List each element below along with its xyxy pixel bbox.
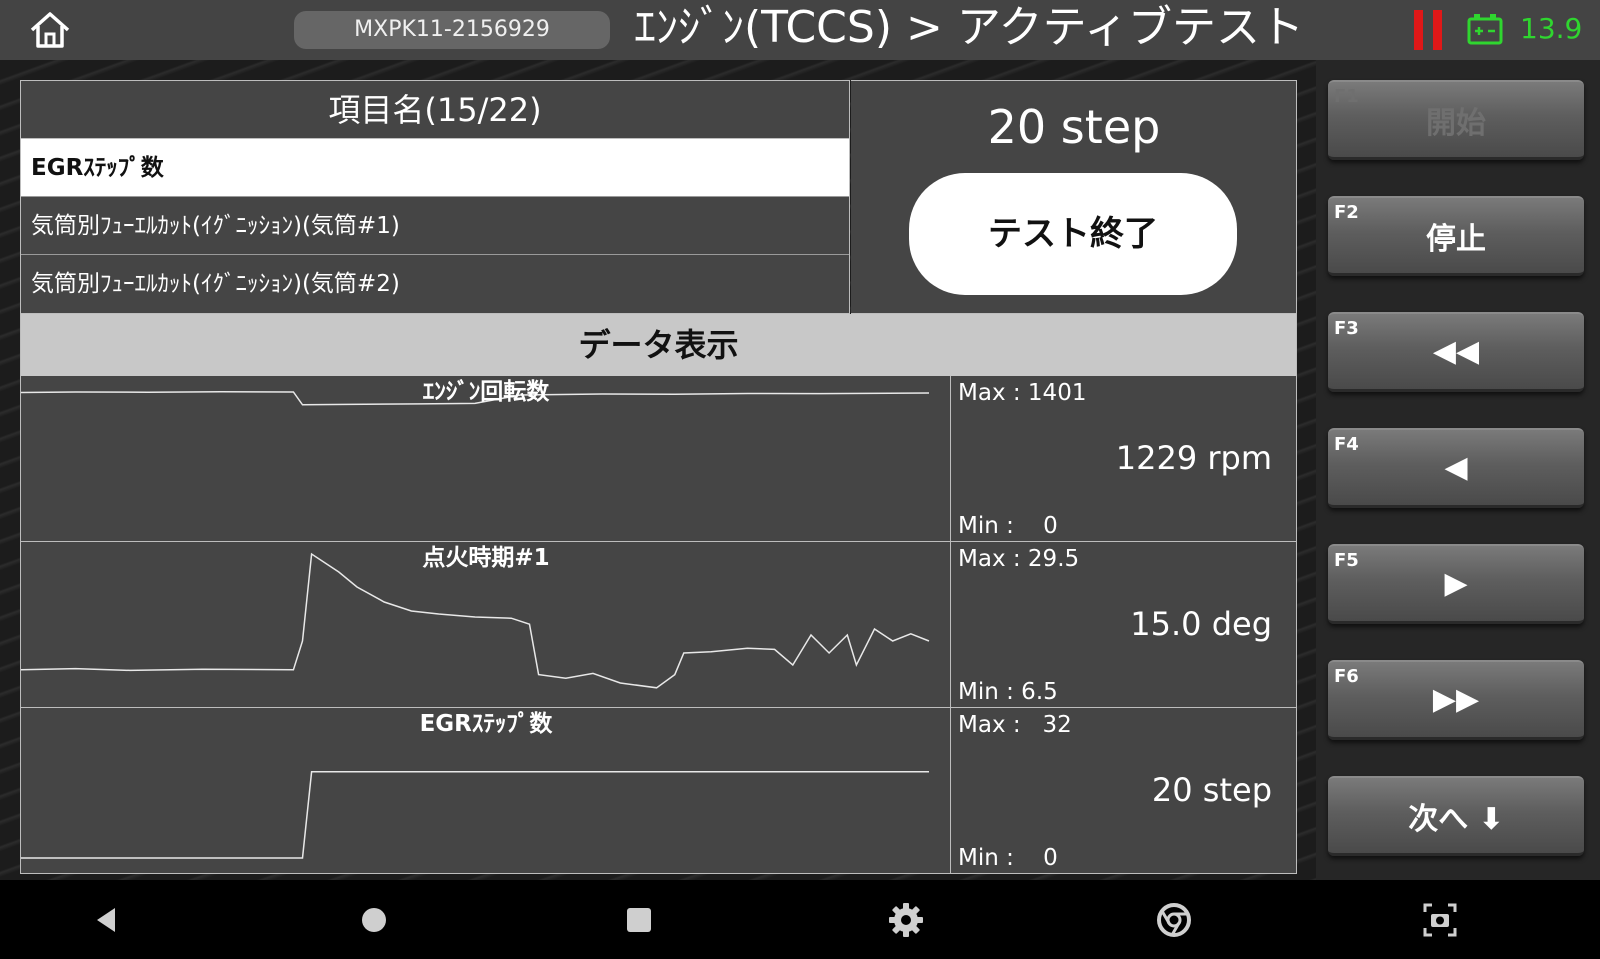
battery-icon [1467, 14, 1503, 45]
graph-title: ｴﾝｼﾞﾝ回転数 [422, 379, 550, 405]
top-bar: MXPK11-2156929 ｴﾝｼﾞﾝ(TCCS) > アクティブテスト 13… [0, 0, 1600, 60]
graph-info: Max : 32 20 step Min : 0 [952, 708, 1298, 873]
page-title: ｴﾝｼﾞﾝ(TCCS) > アクティブテスト [634, 2, 1305, 53]
f4-step-back-button[interactable]: F4 ◀ [1328, 428, 1584, 508]
f2-stop-button[interactable]: F2 停止 [1328, 196, 1584, 276]
home-icon [30, 12, 70, 48]
rewind-icon: ◀◀ [1432, 334, 1480, 369]
nav-recents-button[interactable] [613, 894, 665, 946]
graph-current-value: 15.0 deg [1130, 605, 1272, 643]
test-current-value: 20 step [987, 100, 1161, 154]
item-list-panel: 項目名(15/22) EGRｽﾃｯﾌﾟ数 気筒別ﾌｭｰｴﾙｶｯﾄ(ｲｸﾞﾆｯｼｮ… [20, 80, 850, 314]
graph-row-ignition-timing: 点火時期#1 Max : 29.5 15.0 deg Min : 6.5 [20, 542, 1297, 708]
settings-gear-icon [889, 903, 923, 937]
graph-max: Max : 32 [958, 712, 1072, 738]
home-circle-icon [362, 908, 386, 932]
graph-row-egr-step: EGRｽﾃｯﾌﾟ数 Max : 32 20 step Min : 0 [20, 708, 1297, 874]
fkey-label: 停止 [1426, 221, 1486, 257]
pause-indicator-icon [1414, 10, 1444, 50]
f1-start-button[interactable]: F1 開始 [1328, 80, 1584, 160]
list-item[interactable]: 気筒別ﾌｭｰｴﾙｶｯﾄ(ｲｸﾞﾆｯｼｮﾝ)(気筒#1) [21, 197, 849, 255]
fkey-label: 開始 [1426, 105, 1486, 141]
graph-plot: 点火時期#1 [21, 542, 951, 707]
f6-fast-forward-button[interactable]: F6 ▶▶ [1328, 660, 1584, 740]
graph-title: EGRｽﾃｯﾌﾟ数 [419, 711, 553, 737]
graph-info: Max : 1401 1229 rpm Min : 0 [952, 376, 1298, 541]
list-item[interactable]: 気筒別ﾌｭｰｴﾙｶｯﾄ(ｲｸﾞﾆｯｼｮﾝ)(気筒#2) [21, 255, 849, 313]
graph-min: Min : 0 [958, 845, 1058, 871]
nav-home-button[interactable] [348, 894, 400, 946]
graph-row-engine-speed: ｴﾝｼﾞﾝ回転数 Max : 1401 1229 rpm Min : 0 [20, 376, 1297, 542]
vehicle-id-badge: MXPK11-2156929 [294, 11, 610, 49]
graph-min: Min : 6.5 [958, 679, 1058, 705]
list-item[interactable]: EGRｽﾃｯﾌﾟ数 [21, 139, 849, 197]
f3-rewind-button[interactable]: F3 ◀◀ [1328, 312, 1584, 392]
graph-current-value: 20 step [1151, 771, 1272, 809]
android-nav-bar [0, 880, 1600, 959]
fkey-label: 次へ ⬇ [1408, 801, 1504, 837]
graph-min: Min : 0 [958, 513, 1058, 539]
item-list-header: 項目名(15/22) [21, 81, 849, 139]
graph-plot: EGRｽﾃｯﾌﾟ数 [21, 708, 951, 873]
graph-max: Max : 1401 [958, 380, 1087, 406]
data-display-header: データ表示 [20, 314, 1297, 376]
step-back-icon: ◀ [1444, 450, 1468, 485]
fast-forward-icon: ▶▶ [1432, 682, 1480, 717]
f5-step-forward-button[interactable]: F5 ▶ [1328, 544, 1584, 624]
nav-browser-button[interactable] [1148, 894, 1200, 946]
back-icon [97, 908, 115, 932]
screenshot-icon [1423, 903, 1457, 937]
step-forward-icon: ▶ [1444, 566, 1468, 601]
active-test-panel: 20 step テスト終了 [851, 80, 1297, 314]
nav-screenshot-button[interactable] [1414, 894, 1466, 946]
graph-title: 点火時期#1 [422, 545, 550, 571]
graph-current-value: 1229 rpm [1115, 439, 1272, 477]
end-test-button[interactable]: テスト終了 [909, 173, 1237, 295]
graph-max: Max : 29.5 [958, 546, 1080, 572]
nav-back-button[interactable] [80, 894, 132, 946]
chrome-icon [1157, 903, 1191, 937]
trace-line [21, 771, 929, 859]
function-key-panel: F1 開始 F2 停止 F3 ◀◀ F4 ◀ F5 ▶ F6 ▶▶ 次へ ⬇ [1316, 60, 1600, 880]
graph-info: Max : 29.5 15.0 deg Min : 6.5 [952, 542, 1298, 707]
next-page-button[interactable]: 次へ ⬇ [1328, 776, 1584, 856]
battery-voltage: 13.9 [1520, 12, 1583, 45]
nav-settings-button[interactable] [880, 894, 932, 946]
recents-icon [627, 908, 651, 932]
home-button[interactable] [24, 8, 76, 52]
trace-line [21, 552, 930, 689]
graph-plot: ｴﾝｼﾞﾝ回転数 [21, 376, 951, 541]
